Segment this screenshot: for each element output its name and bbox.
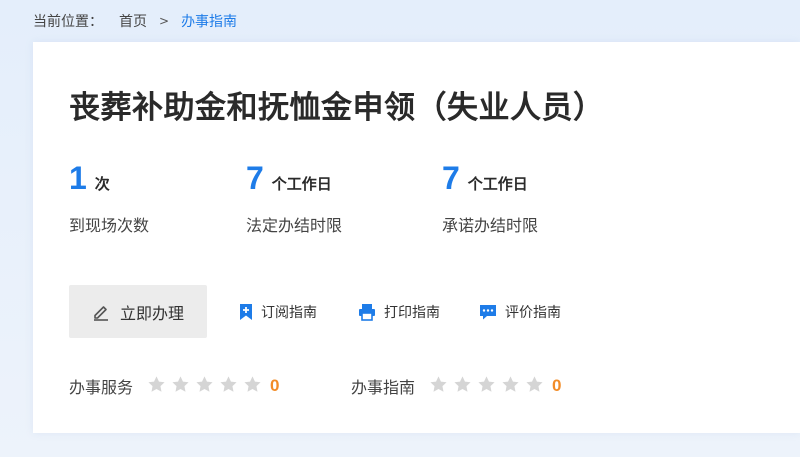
breadcrumb-separator: > xyxy=(159,14,170,28)
printer-icon xyxy=(359,304,375,321)
subscribe-guide-label: 订阅指南 xyxy=(261,305,317,321)
stat-promised-deadline: 7 个工作日 承诺办结时限 xyxy=(442,162,538,236)
stat-description: 法定办结时限 xyxy=(246,216,343,235)
stat-legal-deadline: 7 个工作日 法定办结时限 xyxy=(246,162,342,236)
page-title: 丧葬补助金和抚恤金申领（失业人员） xyxy=(69,90,605,126)
star-icon[interactable] xyxy=(501,375,520,394)
stat-description: 承诺办结时限 xyxy=(442,216,539,235)
star-icon[interactable] xyxy=(477,375,496,394)
rating-score: 0 xyxy=(552,376,562,395)
breadcrumb-home-link[interactable]: 首页 xyxy=(119,11,147,31)
chat-icon xyxy=(480,305,496,320)
rating-score: 0 xyxy=(270,376,280,395)
service-card: 丧葬补助金和抚恤金申领（失业人员） 1 次 到现场次数 7 个工作日 法定办结时… xyxy=(33,42,800,433)
breadcrumb: 当前位置： 首页 > 办事指南 xyxy=(33,11,237,31)
rating-service: 办事服务 0 xyxy=(69,374,279,398)
rating-label: 办事服务 xyxy=(69,378,134,397)
stat-unit: 个工作日 xyxy=(271,175,332,193)
star-icon[interactable] xyxy=(429,375,448,394)
star-icon[interactable] xyxy=(147,375,166,394)
star-icon[interactable] xyxy=(453,375,472,394)
star-rating[interactable] xyxy=(429,375,549,398)
breadcrumb-label: 当前位置： xyxy=(33,14,103,30)
handle-now-button[interactable]: 立即办理 xyxy=(69,285,207,338)
star-icon[interactable] xyxy=(171,375,190,394)
star-icon[interactable] xyxy=(243,375,262,394)
stat-value: 7 xyxy=(246,160,264,196)
breadcrumb-current[interactable]: 办事指南 xyxy=(181,11,237,31)
rating-label: 办事指南 xyxy=(351,378,416,397)
evaluate-guide-label: 评价指南 xyxy=(505,305,561,321)
print-guide-button[interactable]: 打印指南 xyxy=(358,302,440,322)
star-rating[interactable] xyxy=(147,375,267,398)
evaluate-guide-button[interactable]: 评价指南 xyxy=(479,302,561,322)
stat-visit-count: 1 次 到现场次数 xyxy=(69,162,149,236)
subscribe-guide-button[interactable]: 订阅指南 xyxy=(239,302,317,322)
star-icon[interactable] xyxy=(525,375,544,394)
print-guide-label: 打印指南 xyxy=(384,305,440,321)
stat-unit: 次 xyxy=(94,175,110,193)
handle-now-label: 立即办理 xyxy=(119,303,184,323)
stat-unit: 个工作日 xyxy=(467,175,528,193)
stat-value: 1 xyxy=(69,160,87,196)
pencil-icon xyxy=(93,305,108,321)
bookmark-icon xyxy=(240,304,252,320)
stat-value: 7 xyxy=(442,160,460,196)
star-icon[interactable] xyxy=(219,375,238,394)
star-icon[interactable] xyxy=(195,375,214,394)
stat-description: 到现场次数 xyxy=(69,216,150,235)
rating-guide: 办事指南 0 xyxy=(351,374,561,398)
